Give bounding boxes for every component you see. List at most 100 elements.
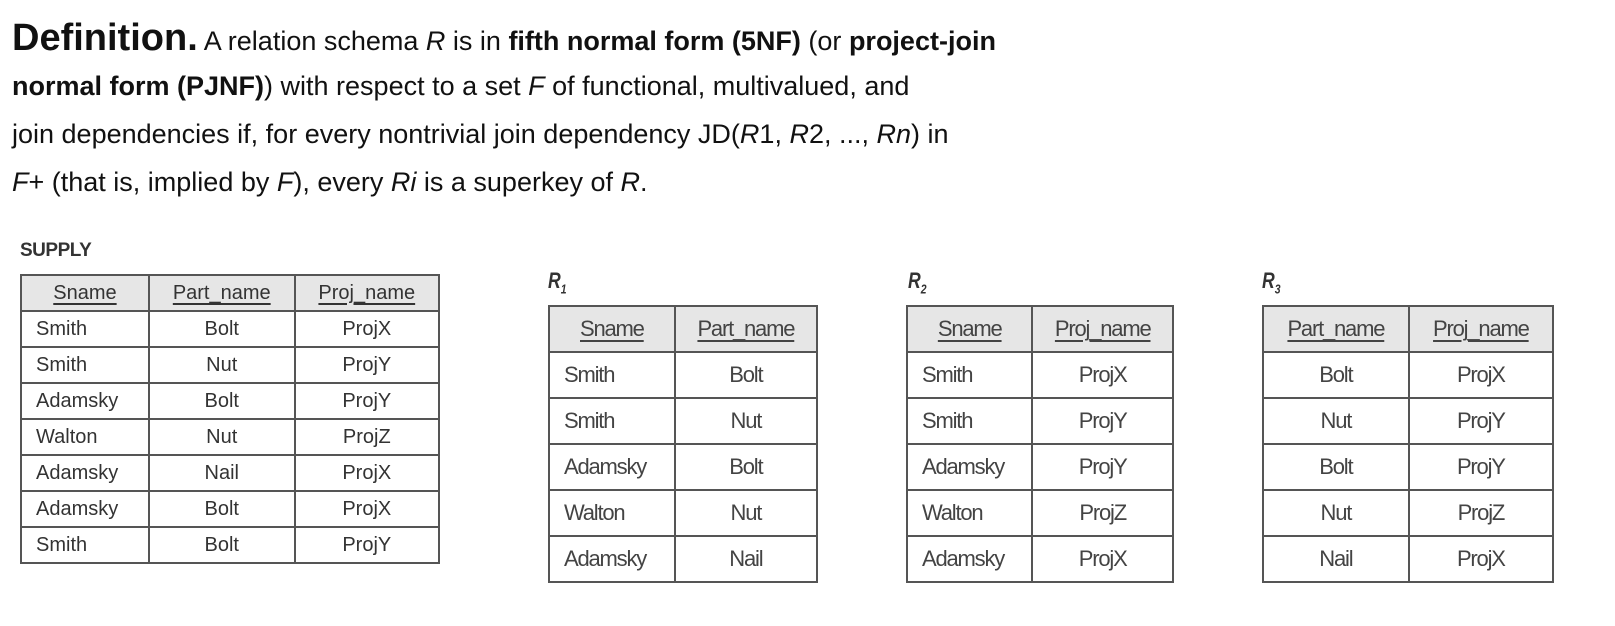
definition-text: (or xyxy=(800,26,849,56)
table-cell: Adamsky xyxy=(20,454,150,492)
supply-table-label: SUPPLY xyxy=(20,240,92,261)
table-cell: Nut xyxy=(673,489,819,537)
bold-term: fifth normal form (5NF) xyxy=(508,26,801,56)
bold-term: project-join xyxy=(848,26,996,56)
table-cell: Bolt xyxy=(1262,443,1410,491)
table-row: Bolt ProjX xyxy=(1262,351,1555,399)
table-cell: ProjZ xyxy=(1407,489,1555,537)
italic-symbol: F xyxy=(276,167,294,197)
table-cell: ProjY xyxy=(293,346,441,384)
table-cell: Nail xyxy=(147,454,296,492)
definition-text: 1, xyxy=(759,119,790,149)
table-row: Smith Bolt ProjY xyxy=(20,526,441,564)
table-row: Nut ProjZ xyxy=(1262,489,1555,537)
column-header-label: Proj_name xyxy=(1054,316,1152,341)
definition-text: of functional, multivalued, and xyxy=(544,71,910,101)
definition-paragraph: Definition. A relation schema R is in fi… xyxy=(12,14,1272,206)
italic-symbol: F xyxy=(528,71,545,101)
italic-symbol: R xyxy=(425,26,446,56)
supply-table: Sname Part_name Proj_name Smith Bolt ProjX Smi… xyxy=(20,274,441,564)
r2-label-sub: 2 xyxy=(920,281,927,297)
column-header: Part_name xyxy=(1262,305,1410,353)
italic-symbol: Ri xyxy=(390,167,417,197)
column-header-label: Part_name xyxy=(172,281,271,304)
table-cell: Nail xyxy=(1262,535,1410,583)
table-cell: Smith xyxy=(548,397,676,445)
column-header-label: Sname xyxy=(53,281,117,304)
table-row: Smith Nut ProjY xyxy=(20,346,441,384)
table-cell: Bolt xyxy=(147,490,296,528)
table-cell: ProjX xyxy=(1407,351,1555,399)
table-cell: ProjX xyxy=(293,454,441,492)
table-row: Walton Nut xyxy=(548,489,819,537)
r2-label-text: R xyxy=(908,268,921,293)
column-header-label: Part_name xyxy=(697,316,795,341)
table-cell: ProjZ xyxy=(293,418,441,456)
table-cell: Walton xyxy=(548,489,676,537)
table-cell: ProjY xyxy=(1031,443,1174,491)
table-cell: Smith xyxy=(20,526,150,564)
table-cell: ProjX xyxy=(293,310,441,348)
table-row: Walton Nut ProjZ xyxy=(20,418,441,456)
column-header-label: Sname xyxy=(937,316,1003,341)
column-header-label: Proj_name xyxy=(1433,316,1530,341)
table-row: Adamsky ProjX xyxy=(905,535,1174,583)
column-header: Sname xyxy=(548,305,676,353)
table-row: Smith Bolt xyxy=(548,351,819,399)
r1-table: Sname Part_name Smith Bolt Smith Nut Adamsky Bo… xyxy=(548,305,819,583)
bold-term: normal form (PJNF) xyxy=(12,71,265,101)
definition-text: . xyxy=(640,167,648,197)
italic-symbol: Rn xyxy=(876,119,911,149)
column-header: Proj_name xyxy=(1031,305,1174,353)
table-cell: Nut xyxy=(147,346,296,384)
table-cell: ProjY xyxy=(1407,397,1555,445)
table-row: Smith Bolt ProjX xyxy=(20,310,441,348)
definition-text: is in xyxy=(445,26,509,56)
r2-table-label: R2 xyxy=(908,268,927,296)
table-row: Adamsky Nail ProjX xyxy=(20,454,441,492)
table-header-row: Sname Proj_name xyxy=(905,305,1174,353)
definition-text: A relation schema xyxy=(197,26,426,56)
definition-line: Definition. A relation schema R is in fi… xyxy=(12,14,1272,62)
r3-label-sub: 3 xyxy=(1274,281,1281,297)
italic-symbol: R xyxy=(739,119,760,149)
table-cell: Nut xyxy=(1262,489,1410,537)
definition-text: ) in xyxy=(911,119,949,149)
table-cell: ProjY xyxy=(1407,443,1555,491)
definition-text: 2, ..., xyxy=(808,119,877,149)
table-cell: Smith xyxy=(20,346,150,384)
table-header-row: Sname Part_name Proj_name xyxy=(20,274,441,312)
table-cell: Adamsky xyxy=(905,443,1034,491)
italic-symbol: R xyxy=(789,119,809,149)
table-row: Adamsky Bolt ProjX xyxy=(20,490,441,528)
table-cell: Bolt xyxy=(147,310,296,348)
table-cell: ProjX xyxy=(1031,535,1174,583)
r2-table: Sname Proj_name Smith ProjX Smith ProjY Adamsk… xyxy=(905,305,1174,583)
italic-symbol: R xyxy=(620,167,641,197)
table-row: Nut ProjY xyxy=(1262,397,1555,445)
column-header: Sname xyxy=(905,305,1034,353)
column-header: Proj_name xyxy=(293,274,441,312)
definition-text: is a superkey of xyxy=(416,167,621,197)
definition-line: join dependencies if, for every nontrivi… xyxy=(12,110,1272,158)
table-cell: ProjX xyxy=(1407,535,1555,583)
table-cell: Bolt xyxy=(147,382,296,420)
table-cell: Walton xyxy=(20,418,150,456)
column-header-label: Proj_name xyxy=(318,281,416,304)
table-row: Smith ProjX xyxy=(905,351,1174,399)
r1-label-text: R xyxy=(548,268,561,293)
table-cell: Adamsky xyxy=(548,535,676,583)
table-cell: ProjY xyxy=(293,526,441,564)
italic-symbol: F xyxy=(12,167,29,197)
definition-heading: Definition. xyxy=(12,17,198,59)
table-cell: ProjY xyxy=(293,382,441,420)
r1-table-label: R1 xyxy=(548,268,567,296)
table-row: Adamsky Bolt xyxy=(548,443,819,491)
table-cell: Nut xyxy=(147,418,296,456)
table-cell: Adamsky xyxy=(905,535,1034,583)
table-cell: ProjZ xyxy=(1031,489,1174,537)
table-cell: Bolt xyxy=(673,351,819,399)
table-header-row: Sname Part_name xyxy=(548,305,819,353)
table-cell: Nut xyxy=(673,397,819,445)
definition-text: ), every xyxy=(293,167,391,197)
